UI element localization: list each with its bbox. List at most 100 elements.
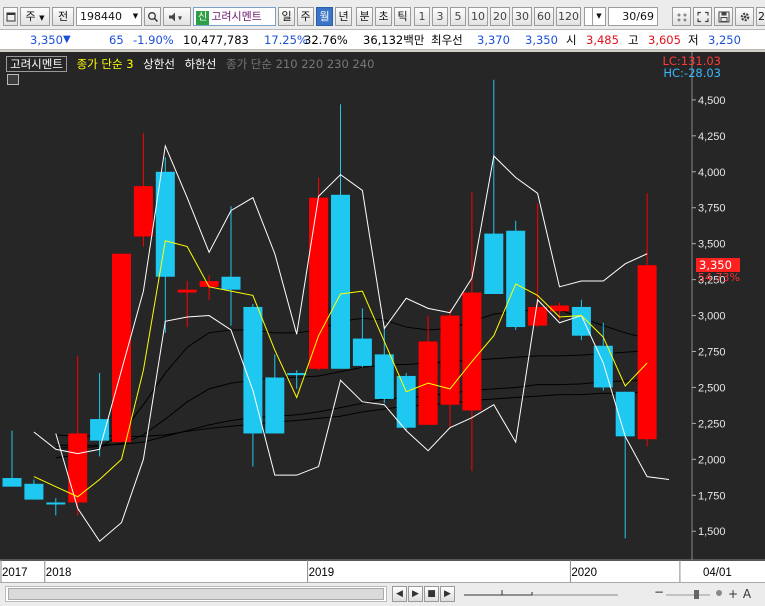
y-tick-label: 3,000 — [698, 311, 726, 323]
candle-body — [133, 186, 153, 237]
candle-body — [396, 375, 416, 428]
scroll-track[interactable] — [5, 586, 387, 602]
market-type-value: 주 — [25, 10, 36, 23]
save-icon[interactable] — [714, 7, 733, 26]
fullscreen-icon[interactable] — [693, 7, 712, 26]
current-price-tag: 3,350 — [696, 258, 740, 273]
scroll-right-button[interactable]: ▶ — [408, 586, 423, 602]
stock-name-field[interactable]: 신 고려시멘트 — [193, 7, 276, 26]
more-icon[interactable] — [712, 587, 726, 603]
interval-20[interactable]: 20 — [490, 7, 510, 26]
open-price: 3,485 — [586, 33, 619, 47]
timeframe-year[interactable]: 년 — [335, 7, 352, 26]
current-price: 3,350 — [30, 33, 63, 47]
chart-canvas[interactable]: 1,5001,7502,0002,2502,5002,7503,0003,250… — [0, 52, 765, 582]
interval-dropdown-icon[interactable]: ▼ — [592, 7, 606, 26]
count-display[interactable]: 30/69 — [608, 7, 658, 26]
timeframe-second[interactable]: 초 — [375, 7, 392, 26]
price-chart[interactable]: 1,500 1,750 2,000 2,250 2,500 2,750 3,000 3,250… — [0, 52, 765, 582]
x-tick-label: 2018 — [46, 567, 72, 579]
stock-name: 고려시멘트 — [211, 10, 262, 23]
interval-3[interactable]: 3 — [432, 7, 448, 26]
down-arrow-icon: ▼ — [63, 34, 71, 45]
trade-amount: 36,132백만 — [363, 33, 425, 47]
y-tick-label: 2,750 — [698, 347, 726, 359]
window-icon[interactable] — [3, 7, 18, 26]
open-label: 시 — [566, 33, 577, 47]
stop-button[interactable]: ■ — [424, 586, 439, 602]
code-dropdown-icon[interactable]: ▼ — [130, 7, 142, 26]
candle-body — [637, 265, 657, 440]
candle-body — [177, 289, 197, 293]
legend-stock-name[interactable]: 고려시멘트 — [6, 56, 67, 72]
candle-body — [68, 433, 88, 503]
x-tick-label: 2020 — [571, 567, 597, 579]
zoom-in-button[interactable]: + — [726, 587, 740, 603]
interval-120[interactable]: 120 — [556, 7, 581, 26]
legend-upper-band[interactable]: 상한선 — [143, 57, 175, 71]
timeframe-day[interactable]: 일 — [278, 7, 295, 26]
svg-text:▾: ▾ — [178, 13, 182, 22]
chart-legend: 고려시멘트 종가 단순 3 상한선 하한선 종가 단순 210 220 230 … — [6, 56, 380, 72]
interval-30[interactable]: 30 — [512, 7, 532, 26]
scroll-left-button[interactable]: ◀ — [392, 586, 407, 602]
candle-body — [265, 377, 285, 434]
ratio-2: 32.76% — [304, 33, 348, 47]
speaker-icon[interactable]: ▾ — [163, 7, 191, 26]
legend-long-ma[interactable]: 종가 단순 210 220 230 240 — [226, 57, 374, 71]
y-tick-label: 2,000 — [698, 454, 726, 466]
zoom-slider-track[interactable] — [664, 587, 712, 603]
candle-body — [309, 197, 329, 369]
interval-10[interactable]: 10 — [468, 7, 488, 26]
interval-60[interactable]: 60 — [534, 7, 554, 26]
candle-body — [221, 276, 241, 290]
y-tick-label: 2,250 — [698, 418, 726, 430]
dropdown-icon: ▼ — [39, 14, 45, 22]
high-price: 3,605 — [648, 33, 681, 47]
zoom-slider[interactable] — [462, 586, 620, 602]
candle-body — [571, 306, 591, 336]
candle-body — [528, 306, 548, 326]
interval-5[interactable]: 5 — [450, 7, 466, 26]
toolbar: 주 ▼ 전 198440 ▼ ▾ 신 고려시멘트 일 주 월 년 분 초 틱 1 … — [0, 0, 765, 30]
timeframe-week[interactable]: 주 — [297, 7, 314, 26]
x-tick-label: 04/01 — [703, 567, 732, 579]
chart-settings-icon[interactable] — [7, 74, 19, 85]
y-tick-label: 4,000 — [698, 167, 726, 179]
y-tick-label: 2,500 — [698, 382, 726, 394]
high-label: 고 — [628, 33, 639, 47]
new-badge: 신 — [196, 11, 210, 25]
scroll-thumb[interactable] — [8, 588, 384, 600]
timeframe-minute[interactable]: 분 — [356, 7, 373, 26]
volume: 10,477,783 — [183, 33, 249, 47]
interval-1[interactable]: 1 — [414, 7, 430, 26]
text-size-button[interactable]: A — [740, 587, 754, 603]
x-tick-label: 2019 — [309, 567, 335, 579]
candle-body — [506, 230, 526, 328]
market-type-select[interactable]: 주 ▼ — [20, 7, 50, 26]
low-label: 저 — [688, 33, 699, 47]
candle-body — [352, 338, 372, 366]
grid-icon[interactable] — [672, 7, 691, 26]
y-tick-label: 3,500 — [698, 239, 726, 251]
candle-body — [287, 373, 307, 376]
overflow-button[interactable]: 20 — [756, 7, 765, 26]
candle-body — [484, 233, 504, 294]
period-type-button[interactable]: 전 — [52, 7, 74, 26]
best-ask: 3,370 — [477, 33, 510, 47]
timeframe-month[interactable]: 월 — [316, 7, 333, 26]
candle-body — [331, 194, 350, 369]
legend-lower-band[interactable]: 하한선 — [185, 57, 217, 71]
ratio-1: 17.25% — [264, 33, 308, 47]
candle-body — [462, 292, 482, 411]
legend-ma3[interactable]: 종가 단순 3 — [77, 57, 134, 71]
gear-icon[interactable] — [735, 7, 754, 26]
hc-value: HC:-28.03 — [663, 66, 721, 80]
timeframe-tick[interactable]: 틱 — [394, 7, 411, 26]
play-button[interactable]: ▶ — [440, 586, 455, 602]
candle-body — [2, 478, 22, 487]
candle-body — [46, 502, 66, 505]
search-icon[interactable] — [144, 7, 161, 26]
y-tick-label: 4,250 — [698, 131, 726, 143]
candle-body — [90, 419, 110, 441]
